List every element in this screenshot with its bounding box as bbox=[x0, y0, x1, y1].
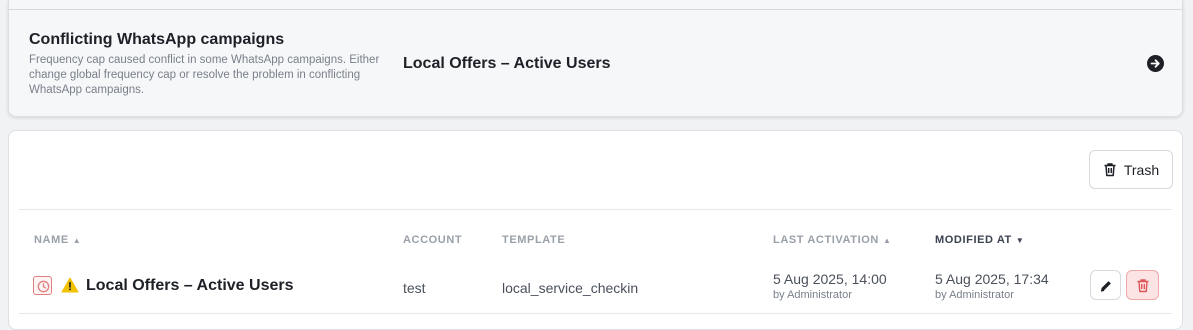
column-header-name[interactable]: NAME ▲ bbox=[34, 234, 81, 246]
conflict-campaign-link[interactable]: Local Offers – Active Users bbox=[403, 55, 611, 73]
delete-button[interactable] bbox=[1126, 270, 1159, 300]
column-header-last-activation[interactable]: LAST ACTIVATION ▲ bbox=[773, 234, 892, 246]
warning-icon bbox=[61, 277, 79, 293]
template-cell: local_service_checkin bbox=[502, 280, 639, 296]
column-header-modified-at[interactable]: MODIFIED AT ▼ bbox=[935, 234, 1024, 246]
column-header-account: ACCOUNT bbox=[403, 234, 462, 246]
edit-button[interactable] bbox=[1090, 270, 1121, 300]
divider bbox=[9, 9, 1182, 10]
conflict-title: Conflicting WhatsApp campaigns bbox=[29, 31, 285, 48]
column-header-modified-at-label: MODIFIED AT bbox=[935, 234, 1012, 246]
column-header-template: TEMPLATE bbox=[502, 234, 565, 246]
sort-desc-icon: ▼ bbox=[1015, 235, 1025, 245]
column-header-last-activation-label: LAST ACTIVATION bbox=[773, 234, 879, 246]
column-header-template-label: TEMPLATE bbox=[502, 234, 566, 246]
arrow-right-circle-icon[interactable] bbox=[1147, 55, 1164, 72]
clock-icon bbox=[33, 276, 52, 295]
conflict-banner: Conflicting WhatsApp campaigns Frequency… bbox=[8, 0, 1183, 117]
campaign-name-link[interactable]: Local Offers – Active Users bbox=[86, 277, 294, 295]
campaign-list-panel: Trash NAME ▲ ACCOUNT TEMPLATE LAST ACTIV… bbox=[8, 130, 1183, 330]
sort-asc-icon: ▲ bbox=[882, 235, 892, 245]
divider bbox=[19, 313, 1172, 314]
trash-label: Trash bbox=[1123, 161, 1160, 178]
last-activation-by: by Administrator bbox=[773, 289, 852, 301]
last-activation-cell: 5 Aug 2025, 14:00 bbox=[773, 271, 887, 287]
trash-button[interactable]: Trash bbox=[1089, 150, 1173, 189]
column-header-name-label: NAME bbox=[34, 234, 69, 246]
modified-at-cell: 5 Aug 2025, 17:34 bbox=[935, 271, 1049, 287]
trash-icon bbox=[1137, 279, 1149, 293]
column-header-account-label: ACCOUNT bbox=[403, 234, 463, 246]
account-cell: test bbox=[403, 280, 426, 296]
conflict-description: Frequency cap caused conflict in some Wh… bbox=[29, 54, 380, 96]
trash-icon bbox=[1104, 163, 1116, 177]
modified-by: by Administrator bbox=[935, 289, 1014, 301]
sort-asc-icon: ▲ bbox=[72, 235, 82, 245]
divider bbox=[19, 209, 1172, 210]
pencil-icon bbox=[1100, 281, 1111, 292]
